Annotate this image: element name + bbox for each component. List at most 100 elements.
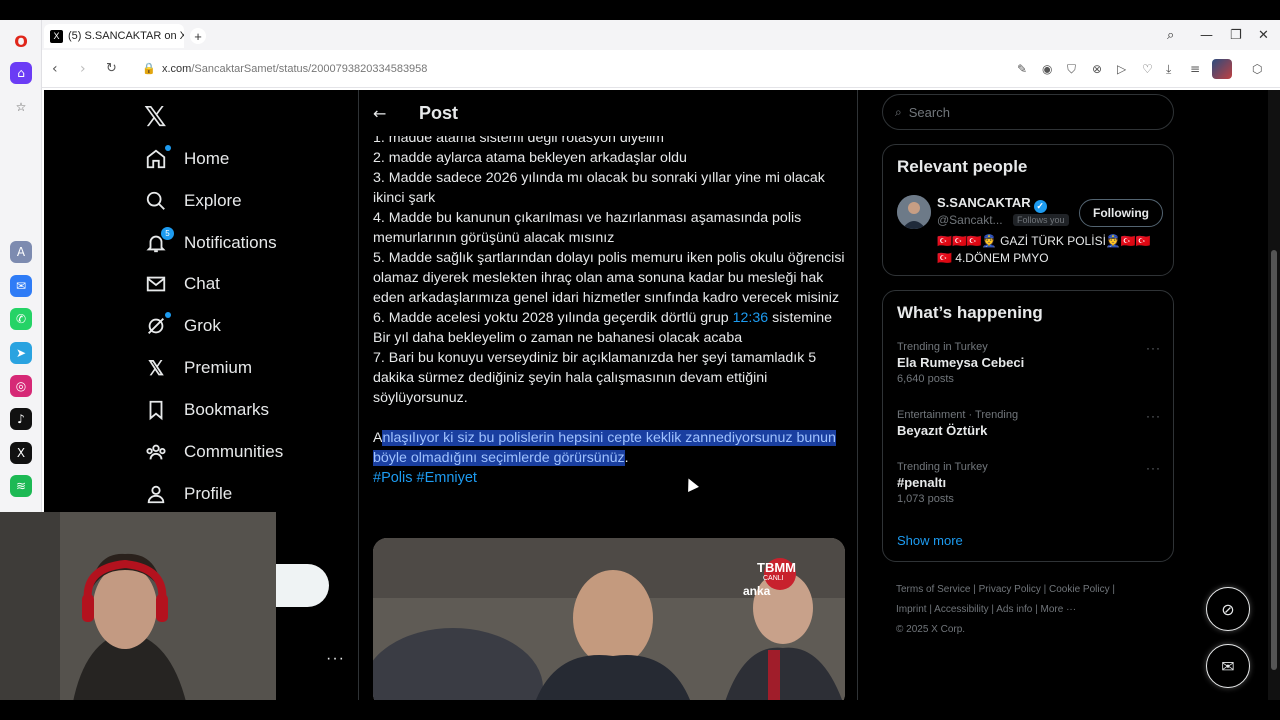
bookmark-icon	[144, 398, 168, 422]
home-icon	[144, 145, 171, 171]
opera-logo-icon[interactable]: O	[10, 30, 32, 52]
screen-top-border	[0, 0, 1280, 20]
instagram-icon[interactable]: ◎	[10, 375, 32, 397]
camera-icon[interactable]: ◉	[1042, 62, 1052, 76]
star-icon[interactable]: ☆	[10, 96, 32, 118]
person-icon	[144, 482, 168, 506]
back-nav-icon[interactable]: ‹	[52, 61, 58, 77]
account-more-icon[interactable]: ···	[326, 650, 345, 668]
nav-home[interactable]: Home	[144, 139, 229, 179]
profile-avatar[interactable]	[1212, 59, 1232, 79]
person-bio: 🇹🇷🇹🇷🇹🇷👮 GAZİ TÜRK POLİSİ👮🇹🇷🇹🇷🇹🇷 4.DÖNEM …	[937, 234, 1151, 265]
nav-notifications[interactable]: 5 Notifications	[144, 223, 277, 263]
page-scrollbar[interactable]	[1268, 90, 1280, 700]
edit-icon[interactable]: ✎	[1017, 62, 1027, 76]
compose-post-button[interactable]	[276, 564, 329, 607]
trend-more-icon[interactable]: ···	[1146, 409, 1161, 423]
search-input[interactable]: ⌕ Search	[882, 94, 1174, 130]
home-workspace-icon[interactable]: ⌂	[10, 62, 32, 84]
aria-icon[interactable]: A	[10, 241, 32, 263]
footer-links: Terms of Service | Privacy Policy | Cook…	[896, 580, 1166, 640]
browser-tab[interactable]: X (5) S.SANCAKTAR on X: "S ✕	[44, 24, 184, 48]
forward-nav-icon[interactable]: ›	[80, 61, 86, 77]
whats-happening-title: What’s happening	[897, 303, 1043, 322]
messenger-icon[interactable]: ✉	[10, 275, 32, 297]
footer-line-1[interactable]: Terms of Service | Privacy Policy | Cook…	[896, 580, 1166, 600]
trend-count: 6,640 posts	[897, 373, 954, 385]
menu-icon[interactable]: ≡	[1190, 62, 1200, 76]
extensions-icon[interactable]: ⬡	[1252, 62, 1262, 76]
nav-explore[interactable]: Explore	[144, 181, 242, 221]
notification-count-badge: 5	[161, 227, 174, 240]
closing-period: .	[624, 450, 629, 466]
grok-floating-button[interactable]: ⊘	[1206, 587, 1250, 631]
tweet-line-2: 2. madde aylarca atama bekleyen arkadaşl…	[373, 150, 687, 166]
x-favicon-icon: X	[50, 29, 63, 43]
nav-premium-label: Premium	[184, 358, 253, 377]
footer-copyright: © 2025 X Corp.	[896, 624, 966, 635]
following-button[interactable]: Following	[1079, 199, 1163, 227]
trend-more-icon[interactable]: ···	[1146, 341, 1161, 355]
url-host: x.com	[162, 63, 192, 75]
trend-name: Ela Rumeysa Cebeci	[897, 355, 1025, 370]
hashtags-link[interactable]: #Polis #Emniyet	[373, 468, 851, 488]
post-column: 1. madde atama sistemi değil rotasyon di…	[358, 90, 858, 700]
nav-bookmarks[interactable]: Bookmarks	[144, 390, 269, 430]
x-app-icon[interactable]: X	[10, 442, 32, 464]
vpn-icon[interactable]: ⊗	[1092, 62, 1102, 76]
minimize-icon[interactable]: —	[1200, 28, 1213, 43]
lock-icon: 🔒	[142, 63, 156, 75]
trend-name: Beyazıt Öztürk	[897, 423, 988, 438]
post-header: ← Post	[359, 90, 857, 136]
search-placeholder: Search	[908, 104, 950, 120]
x-icon: 𝕏	[147, 357, 165, 380]
show-more-link[interactable]: Show more	[897, 533, 963, 548]
trend-item[interactable]: Entertainment · Trending Beyazıt Öztürk …	[897, 409, 1161, 438]
person-avatar[interactable]	[897, 195, 931, 229]
selected-text: nlaşılıyor ki siz bu polislerin hepsini …	[373, 430, 836, 466]
post-title: Post	[419, 102, 459, 123]
trend-more-icon[interactable]: ···	[1146, 461, 1161, 475]
url-field[interactable]: x.com/SancaktarSamet/status/200079382033…	[162, 63, 427, 75]
address-bar: ‹ › ↻ 🔒 x.com/SancaktarSamet/status/2000…	[42, 50, 1280, 88]
nav-communities[interactable]: Communities	[144, 432, 283, 472]
spotify-icon[interactable]: ≋	[10, 475, 32, 497]
footer-line-2[interactable]: Imprint | Accessibility | Ads info | Mor…	[896, 600, 1166, 620]
whatsapp-icon[interactable]: ✆	[10, 308, 32, 330]
tiktok-icon[interactable]: ♪	[10, 408, 32, 430]
video-media[interactable]: TBMM CANLI anka	[373, 538, 845, 700]
nav-explore-label: Explore	[184, 191, 242, 210]
nav-chat-label: Chat	[184, 274, 220, 293]
tab-search-icon[interactable]: ⌕	[1167, 28, 1174, 43]
download-icon[interactable]: ⤓	[1166, 62, 1171, 77]
nav-profile[interactable]: Profile	[144, 474, 232, 514]
whats-happening-card: What’s happening Trending in Turkey Ela …	[882, 290, 1174, 562]
reload-icon[interactable]: ↻	[106, 61, 117, 76]
scrollbar-thumb[interactable]	[1271, 250, 1277, 670]
time-link[interactable]: 12:36	[733, 310, 769, 326]
x-logo-icon[interactable]: 𝕏	[144, 100, 167, 133]
trend-name: #penaltı	[897, 475, 947, 490]
relevant-people-card: Relevant people S.SANCAKTAR ✓ @Sancakt...…	[882, 144, 1174, 276]
bell-icon: 5	[144, 227, 174, 255]
nav-premium[interactable]: 𝕏 Premium	[144, 348, 252, 388]
nav-grok[interactable]: Grok	[144, 306, 221, 346]
restore-icon[interactable]: ❐	[1230, 28, 1242, 43]
nav-chat[interactable]: Chat	[144, 264, 220, 304]
nav-bookmarks-label: Bookmarks	[184, 400, 270, 419]
heart-icon[interactable]: ♡	[1142, 62, 1153, 76]
line6-text-start: 6. Madde acelesi yoktu 2028 yılında geçe…	[373, 310, 733, 326]
trend-item[interactable]: Trending in Turkey Ela Rumeysa Cebeci 6,…	[897, 341, 1161, 385]
new-tab-button[interactable]: +	[190, 28, 206, 44]
shield-icon[interactable]: ⛉	[1067, 62, 1076, 77]
player-icon[interactable]: ▷	[1117, 62, 1126, 76]
close-window-icon[interactable]: ✕	[1258, 28, 1269, 43]
mail-icon	[144, 272, 168, 296]
telegram-icon[interactable]: ➤	[10, 342, 32, 364]
tweet-line-3: 3. Madde sadece 2026 yılında mı olacak b…	[373, 170, 825, 206]
messages-floating-button[interactable]: ✉	[1206, 644, 1250, 688]
trend-item[interactable]: Trending in Turkey #penaltı 1,073 posts …	[897, 461, 1161, 505]
right-sidebar: ⌕ Search Relevant people S.SANCAKTAR ✓ @S…	[882, 90, 1174, 700]
tweet-line-5: 5. Madde sağlık şartlarından dolayı poli…	[373, 250, 845, 306]
back-arrow-icon[interactable]: ←	[373, 104, 403, 123]
